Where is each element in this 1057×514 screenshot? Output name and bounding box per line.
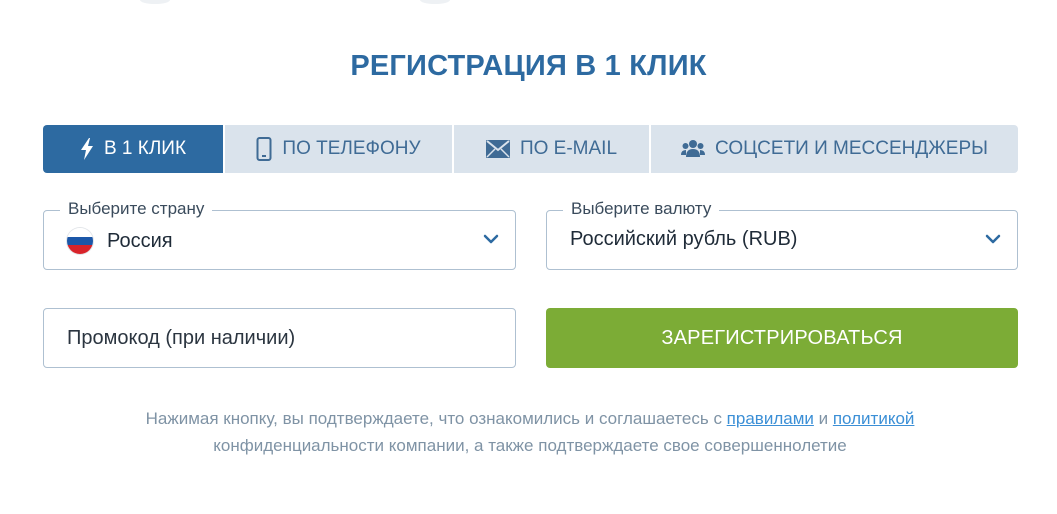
tab-social[interactable]: СОЦСЕТИ И МЕССЕНДЖЕРЫ: [651, 125, 1018, 173]
tab-label: ПО E-MAIL: [519, 138, 618, 159]
promo-code-field: [43, 308, 516, 368]
tab-label: ПО ТЕЛЕФОНУ: [282, 138, 421, 159]
page-title: РЕГИСТРАЦИЯ В 1 КЛИК: [350, 50, 707, 82]
currency-value: Российский рубль (RUB): [570, 228, 798, 250]
lightning-icon: [80, 138, 94, 160]
chevron-down-icon: [985, 232, 1001, 250]
phone-icon: [256, 137, 272, 161]
register-button[interactable]: ЗАРЕГИСТРИРОВАТЬСЯ: [546, 308, 1018, 368]
tab-label: В 1 КЛИК: [103, 138, 187, 159]
tab-phone[interactable]: ПО ТЕЛЕФОНУ: [225, 125, 452, 173]
envelope-icon: [485, 140, 510, 158]
tab-one-click[interactable]: В 1 КЛИК: [43, 125, 223, 173]
terms-text-and: и: [813, 409, 833, 428]
tab-label: СОЦСЕТИ И МЕССЕНДЖЕРЫ: [715, 138, 988, 159]
tab-email[interactable]: ПО E-MAIL: [454, 125, 649, 173]
russia-flag-icon: [67, 228, 93, 254]
rules-link[interactable]: правилами: [727, 409, 814, 428]
country-label: Выберите страну: [60, 199, 213, 219]
currency-label: Выберите валюту: [563, 199, 720, 219]
users-icon: [681, 139, 706, 159]
chevron-down-icon: [483, 232, 499, 250]
registration-tabs: В 1 КЛИК ПО ТЕЛЕФОНУ ПО E-MAIL СОЦСЕТИ И…: [43, 125, 1018, 173]
terms-text: Нажимая кнопку, вы подтверждаете, что оз…: [80, 405, 980, 459]
currency-select[interactable]: Выберите валюту Российский рубль (RUB): [546, 199, 1018, 270]
terms-text-after: конфиденциальности компании, а также под…: [213, 436, 847, 455]
country-select[interactable]: Выберите страну Россия: [43, 199, 516, 270]
policy-link[interactable]: политикой: [833, 409, 915, 428]
country-value: Россия: [107, 229, 173, 252]
top-decoration: [0, 0, 1057, 6]
terms-text-before: Нажимая кнопку, вы подтверждаете, что оз…: [145, 409, 727, 428]
promo-code-input[interactable]: [44, 309, 515, 367]
